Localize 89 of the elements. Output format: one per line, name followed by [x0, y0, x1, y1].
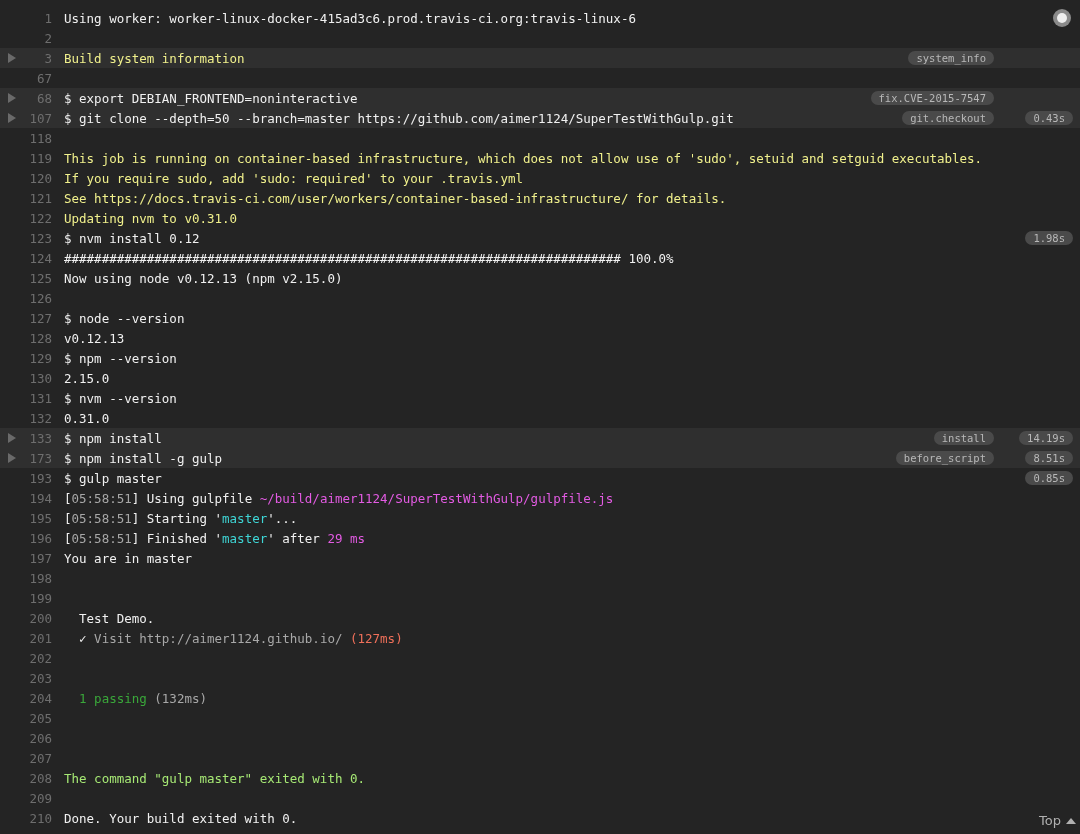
log-line: $ node --version: [64, 310, 185, 326]
log-line: ########################################################################## 100.0%: [64, 250, 674, 266]
log-line: The command "gulp master" exited with 0.: [64, 770, 366, 786]
fold-tag: install: [933, 431, 994, 445]
log-line: You are in master: [64, 550, 192, 566]
line-number: 208: [28, 770, 52, 786]
line-number: 68: [35, 90, 52, 106]
line-number: 204: [28, 690, 52, 706]
line-number: 129: [28, 350, 52, 366]
scroll-top-link[interactable]: Top: [1039, 813, 1076, 828]
line-number: 123: [28, 230, 52, 246]
line-number: 128: [28, 330, 52, 346]
line-number: 194: [28, 490, 52, 506]
log-line: 0.31.0: [64, 410, 110, 426]
log-line: ✓ Visit http://aimer1124.github.io/ (127ms): [78, 630, 403, 646]
duration-badge: 0.43s: [1025, 111, 1073, 125]
line-number: 133: [28, 430, 52, 446]
log-line: Now using node v0.12.13 (npm v2.15.0): [64, 270, 343, 286]
log-line: Test Demo.: [78, 610, 155, 626]
line-number: 118: [28, 130, 52, 146]
line-number: 107: [28, 110, 52, 126]
line-number: 124: [28, 250, 52, 266]
duration-badge: 0.85s: [1025, 471, 1073, 485]
log-line: $ export DEBIAN_FRONTEND=noninteractive: [64, 90, 358, 106]
line-number: 193: [28, 470, 52, 486]
fold-row[interactable]: 133 $ npm install install 14.19s: [0, 428, 1080, 448]
duration-badge: 1.98s: [1025, 231, 1073, 245]
log-line: [05:58:51] Using gulpfile ~/build/aimer1124/SuperTestWithGulp/gulpfile.js: [64, 490, 614, 506]
log-line: This job is running on container-based infrastructure, which does not allow use of 'sudo', setuid and setguid executables.: [64, 150, 983, 166]
line-number: 199: [28, 590, 52, 606]
up-arrow-icon: [1066, 817, 1076, 824]
line-number: 210: [28, 810, 52, 826]
line-number: 121: [28, 190, 52, 206]
duration-badge: 8.51s: [1025, 451, 1073, 465]
log-line: $ gulp master: [64, 470, 162, 486]
log-line: 2.15.0: [64, 370, 110, 386]
fold-tag: system_info: [908, 51, 994, 65]
log-line: v0.12.13: [64, 330, 125, 346]
line-number: 205: [28, 710, 52, 726]
expand-arrow-icon[interactable]: [8, 53, 16, 63]
line-number: 67: [35, 70, 52, 86]
log-line: $ npm install: [64, 430, 162, 446]
line-number: 197: [28, 550, 52, 566]
log-line: $ npm install -g gulp: [64, 450, 223, 466]
log-line: Using worker: worker-linux-docker-415ad3c6.prod.travis-ci.org:travis-linux-6: [64, 10, 636, 26]
line-number: 132: [28, 410, 52, 426]
log-line: $ npm --version: [64, 350, 177, 366]
line-number: 206: [28, 730, 52, 746]
log-line: Build system information: [64, 50, 245, 66]
line-number: 120: [28, 170, 52, 186]
duration-badge: 14.19s: [1019, 431, 1073, 445]
fold-row[interactable]: 3 Build system information system_info: [0, 48, 1080, 68]
line-number: 126: [28, 290, 52, 306]
log-line: Updating nvm to v0.31.0: [64, 210, 238, 226]
line-number: 173: [28, 450, 52, 466]
fold-tag: git.checkout: [902, 111, 994, 125]
line-number: 131: [28, 390, 52, 406]
fold-row[interactable]: 68 $ export DEBIAN_FRONTEND=noninteractive fix.CVE-2015-7547: [0, 88, 1080, 108]
line-number: 201: [28, 630, 52, 646]
line-number: 198: [28, 570, 52, 586]
line-number: 200: [28, 610, 52, 626]
line-number: 122: [28, 210, 52, 226]
line-number: 127: [28, 310, 52, 326]
line-number: 203: [28, 670, 52, 686]
log-line: [05:58:51] Finished 'master' after 29 ms: [64, 530, 366, 546]
line-number: 1: [43, 10, 52, 26]
line-number: 196: [28, 530, 52, 546]
line-number: 119: [28, 150, 52, 166]
fold-row[interactable]: 107 $ git clone --depth=50 --branch=master https://github.com/aimer1124/SuperTestWithGulp.git git.checkout 0.43s: [0, 108, 1080, 128]
line-number: 209: [28, 790, 52, 806]
fold-tag: before_script: [895, 451, 994, 465]
record-button-icon[interactable]: [1052, 8, 1072, 28]
line-number: 3: [43, 50, 52, 66]
line-number: 207: [28, 750, 52, 766]
log-line: If you require sudo, add 'sudo: required' to your .travis.yml: [64, 170, 524, 186]
log-line: Done. Your build exited with 0.: [64, 810, 298, 826]
log-line: [05:58:51] Starting 'master'...: [64, 510, 298, 526]
line-number: 195: [28, 510, 52, 526]
log-line: See https://docs.travis-ci.com/user/workers/container-based-infrastructure/ for details.: [64, 190, 727, 206]
line-number: 125: [28, 270, 52, 286]
line-number: 2: [43, 30, 52, 46]
log-line: $ nvm --version: [64, 390, 177, 406]
fold-row[interactable]: 173 $ npm install -g gulp before_script 8.51s: [0, 448, 1080, 468]
log-line: 1 passing (132ms): [78, 690, 207, 706]
line-number: 202: [28, 650, 52, 666]
log-line: $ nvm install 0.12: [64, 230, 200, 246]
fold-tag: fix.CVE-2015-7547: [870, 91, 994, 105]
line-number: 130: [28, 370, 52, 386]
log-line: $ git clone --depth=50 --branch=master https://github.com/aimer1124/SuperTestWithGulp.git: [64, 110, 734, 126]
